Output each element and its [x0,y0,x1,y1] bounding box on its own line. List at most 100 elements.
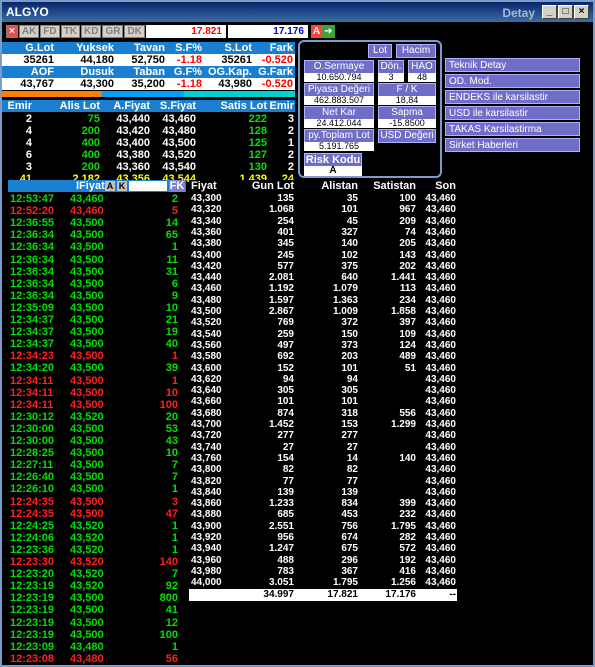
toolbar-button-kd[interactable]: KD [80,24,102,38]
dist-cell: 43,460 [425,577,456,589]
menu-item-0[interactable]: Teknik Detay [445,58,580,72]
menu-item-5[interactable]: Sirket Haberleri [445,138,580,152]
dist-cell: 43,820 [191,475,222,487]
dist-cell: 135 [277,193,294,204]
dist-header-row: Fiyat Gun Lot Alistan Satistan Son [2,180,457,192]
depth-cell: 43,480 [162,125,196,137]
dist-header-cell[interactable]: Gun Lot [232,180,294,192]
dist-cell: 192 [399,554,416,566]
dist-row: 43,500 2.867 1.009 1.858 43,460 [2,306,457,318]
dist-cell: 43,500 [191,306,222,317]
trade-price: 43,480 [70,640,104,653]
alert-a-button[interactable]: A [310,24,323,38]
dist-header-cell[interactable]: Alistan [296,180,358,192]
depth-header-cell: Alis Lot [59,100,100,112]
arrow-right-icon[interactable]: ➔ [322,24,335,38]
dist-cell: 43,460 [425,260,456,272]
dist-cell: 43,800 [191,464,222,476]
dist-cell: 43,460 [425,385,456,397]
dist-cell: 101 [341,362,358,374]
dist-cell: 43,900 [191,520,222,532]
dist-row: 43,560 497 373 124 43,460 [2,340,457,352]
menu-item-3[interactable]: USD ile karsilastir [445,106,580,120]
dist-row: 43,820 77 77 43,460 [2,476,457,488]
dist-cell: 153 [341,419,358,430]
depth-cell: 75 [87,113,100,125]
trade-row: 12:23:19 43,500 800 [8,592,186,604]
dist-row: 43,340 254 45 209 43,460 [2,216,457,228]
toolbar-button-fd[interactable]: FD [40,24,60,38]
dist-cell: 43,480 [191,294,222,306]
toolbar-button-ak[interactable]: AK [18,24,40,38]
dist-cell: 139 [277,486,294,498]
dist-header-cell[interactable]: Fiyat [191,180,227,192]
usd-button[interactable]: USD Değeri [378,129,436,143]
depth-row: 4 200 43,420 43,480 128 2 [2,125,295,137]
trade-lot: 1 [171,640,178,653]
dist-cell: 43,460 [425,543,456,555]
trade-time: 12:23:08 [10,652,55,665]
toolbar-button-tk[interactable]: TK [60,24,80,38]
dist-cell: 1.858 [390,306,416,317]
dist-cell: 277 [277,430,294,442]
dist-cell: 43,460 [425,441,456,453]
menu-item-2[interactable]: ENDEKS ile karsilastir [445,90,580,104]
dist-cell: 43,980 [191,565,222,577]
depth-cell: 3 [25,161,32,173]
dist-cell: 1.299 [390,419,416,430]
minimize-button[interactable]: _ [542,5,557,19]
dist-cell: 43,460 [425,509,456,521]
dist-cell: 43,460 [425,464,456,476]
summary-row-v2: 43,767 43,300 35,200 -1.18 43,980 -0.520 [2,78,295,90]
dist-cell: 202 [399,260,416,272]
maximize-button[interactable]: □ [558,5,573,19]
depth-cell: 400 [81,137,100,149]
depth-cell: 2 [25,113,32,125]
toolbar-button-dk[interactable]: DK [124,24,145,38]
depth-header-cell: S.Fiyat [159,100,196,112]
depth-row: 4 400 43,400 43,500 125 1 [2,137,295,149]
dist-cell: 43,460 [425,407,456,419]
dist-cell: 43,460 [425,520,456,532]
depth-cell: 130 [248,161,267,173]
depth-cell: 4 [25,125,32,137]
dist-row: 43,600 152 101 51 43,460 [2,363,457,375]
dist-cell: 43,460 [425,475,456,487]
close-button[interactable]: × [574,5,589,19]
dist-cell: 277 [341,430,358,442]
dist-header-cell[interactable]: Son [418,180,456,192]
hacim-button[interactable]: Hacim [396,44,436,58]
lot-button[interactable]: Lot [368,44,392,58]
dist-row: 43,700 1.452 153 1.299 43,460 [2,419,457,431]
dist-row: 43,640 305 305 43,460 [2,385,457,397]
summary-cell: 35261 [221,54,252,66]
menu-item-1[interactable]: OD. Mod. [445,74,580,88]
dist-cell: 43,420 [191,260,222,272]
depth-cell: 125 [248,137,267,149]
dist-cell: 1.233 [268,498,294,510]
dist-cell: 43,840 [191,486,222,498]
dist-cell: 43,460 [191,283,222,295]
dist-row: 43,400 245 102 143 43,460 [2,250,457,262]
dist-cell: 203 [341,351,358,363]
trade-time: 12:23:09 [10,640,55,653]
dist-cell: 43,460 [425,328,456,340]
pytoplam-value: 5.191.765 [304,142,374,151]
dist-row: 43,960 488 296 192 43,460 [2,555,457,567]
dist-cell: 692 [277,351,294,363]
dist-cell: 2.081 [268,272,294,284]
dist-cell: 756 [341,520,358,532]
dist-cell: 318 [341,407,358,419]
dist-cell: 259 [277,328,294,340]
toolbar-button-gr[interactable]: GR [102,24,124,38]
dist-cell: 43,740 [191,441,222,453]
dist-header-cell[interactable]: Satistan [360,180,416,192]
dist-cell: 43,540 [191,328,222,340]
trade-price: 43,480 [70,652,104,665]
trade-lot: 12 [165,616,178,629]
dist-cell: 43,880 [191,509,222,521]
trade-row: 12:23:19 43,500 12 [8,617,186,629]
close-icon[interactable]: × [6,24,18,38]
menu-item-4[interactable]: TAKAS Karsilastirma [445,122,580,136]
dist-cell: 305 [277,385,294,397]
